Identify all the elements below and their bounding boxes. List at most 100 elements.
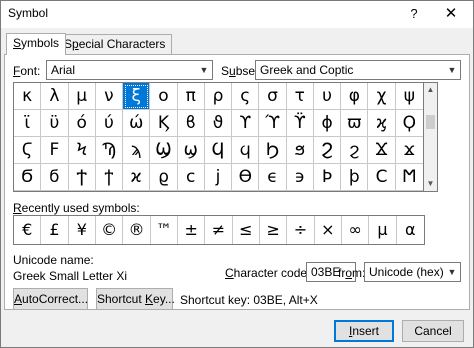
symbol-cell[interactable]: σ <box>259 83 287 110</box>
from-dropdown[interactable]: Unicode (hex) ▼ <box>364 262 461 282</box>
recent-symbol-cell[interactable]: ∞ <box>342 216 370 244</box>
recent-symbol-cell[interactable]: × <box>315 216 342 244</box>
symbol-cell[interactable]: ϖ <box>341 110 369 137</box>
recent-label-accel: R <box>13 201 22 215</box>
symbol-grid-scrollbar[interactable]: ▲ ▼ <box>424 82 438 192</box>
scroll-up-icon[interactable]: ▲ <box>424 83 437 97</box>
chevron-down-icon[interactable]: ▼ <box>444 263 460 281</box>
help-button[interactable]: ? <box>403 4 425 24</box>
symbol-cell[interactable]: ϋ <box>41 110 69 137</box>
symbol-cell[interactable]: ϭ <box>41 164 69 191</box>
symbol-cell[interactable]: ϔ <box>286 110 314 137</box>
symbol-cell[interactable]: ϣ <box>177 137 205 164</box>
symbol-cell[interactable]: ψ <box>395 83 423 110</box>
symbol-cell[interactable]: Ϩ <box>313 137 342 164</box>
symbol-cell[interactable]: ρ <box>204 83 233 110</box>
symbol-cell[interactable]: Ϫ <box>368 137 396 164</box>
symbol-cell[interactable]: ϶ <box>286 164 314 191</box>
symbol-cell[interactable]: χ <box>368 83 396 110</box>
symbol-cell[interactable]: Ϟ <box>68 137 96 164</box>
recent-symbol-cell[interactable]: ≤ <box>233 216 260 244</box>
symbol-cell[interactable]: ϗ <box>368 110 396 137</box>
symbol-cell[interactable]: ϯ <box>95 164 124 191</box>
recent-symbol-cell[interactable]: £ <box>41 216 69 244</box>
symbol-cell[interactable]: ϥ <box>232 137 260 164</box>
symbol-cell[interactable]: ώ <box>123 110 151 137</box>
scroll-down-icon[interactable]: ▼ <box>424 177 437 191</box>
symbol-cell[interactable]: ϫ <box>395 137 423 164</box>
tab-special-characters[interactable]: Special Characters <box>57 34 173 54</box>
symbol-cell[interactable]: ϴ <box>232 164 260 191</box>
symbol-cell[interactable]: ϒ <box>232 110 260 137</box>
symbol-cell[interactable]: Ϭ <box>14 164 42 191</box>
symbol-cell[interactable]: φ <box>341 83 369 110</box>
autocorrect-label: utoCorrect... <box>22 292 89 306</box>
symbol-cell[interactable]: μ <box>68 83 96 110</box>
tab-symbols-accel: S <box>13 36 22 50</box>
symbol-cell[interactable]: Ϛ <box>14 137 42 164</box>
symbol-cell[interactable]: ϑ <box>204 110 233 137</box>
symbol-cell[interactable]: Ϣ <box>150 137 178 164</box>
subset-label-accel: u <box>229 64 236 78</box>
symbol-cell[interactable]: Ϻ <box>395 164 423 191</box>
font-dropdown[interactable]: Arial ▼ <box>46 60 213 80</box>
symbol-cell[interactable]: Ϝ <box>41 137 69 164</box>
symbol-cell[interactable]: υ <box>313 83 342 110</box>
recent-symbol-cell[interactable]: α <box>397 216 424 244</box>
cancel-button[interactable]: Cancel <box>402 320 464 342</box>
symbol-cell[interactable]: κ <box>14 83 42 110</box>
symbol-cell[interactable]: ϸ <box>341 164 369 191</box>
symbol-cell[interactable]: ϵ <box>259 164 287 191</box>
symbol-cell[interactable]: ϱ <box>150 164 178 191</box>
chevron-down-icon[interactable]: ▼ <box>196 61 212 79</box>
symbol-cell[interactable]: ϳ <box>204 164 233 191</box>
symbol-cell-selected[interactable]: ξ <box>123 83 151 110</box>
recent-symbol-cell[interactable]: ≠ <box>205 216 233 244</box>
symbol-cell[interactable]: Ϸ <box>313 164 342 191</box>
recent-symbol-cell[interactable]: © <box>96 216 124 244</box>
symbol-cell[interactable]: Ϥ <box>204 137 233 164</box>
symbol-cell[interactable]: Ϯ <box>68 164 96 191</box>
symbol-cell[interactable]: ο <box>150 83 178 110</box>
recent-symbol-cell[interactable]: ® <box>123 216 151 244</box>
symbol-cell[interactable]: ό <box>68 110 96 137</box>
shortcut-key-button[interactable]: Shortcut Key... <box>96 288 175 310</box>
scrollbar-thumb[interactable] <box>426 115 435 129</box>
symbol-cell[interactable]: ϰ <box>123 164 151 191</box>
symbol-cell[interactable]: ϕ <box>313 110 342 137</box>
symbol-cell[interactable]: ύ <box>95 110 124 137</box>
recent-symbol-cell[interactable]: ™ <box>151 216 178 244</box>
symbol-cell[interactable]: ν <box>95 83 124 110</box>
symbol-cell[interactable]: ϊ <box>14 110 42 137</box>
symbol-cell[interactable]: ϐ <box>177 110 205 137</box>
recent-symbol-cell[interactable]: ≥ <box>260 216 288 244</box>
recent-symbol-cell[interactable]: € <box>14 216 42 244</box>
autocorrect-button[interactable]: AutoCorrect... <box>13 288 88 310</box>
symbol-cell[interactable]: Ϙ <box>395 110 423 137</box>
symbol-cell[interactable]: ς <box>232 83 260 110</box>
unicode-name-label: Unicode name: <box>13 253 94 267</box>
symbol-cell[interactable]: ϩ <box>341 137 369 164</box>
symbol-cell[interactable]: ϲ <box>177 164 205 191</box>
symbol-cell[interactable]: ϓ <box>259 110 287 137</box>
symbol-cell[interactable]: Ϲ <box>368 164 396 191</box>
recent-symbols-grid: € £ ¥ © ® ™ ± ≠ ≤ ≥ ÷ × ∞ µ α <box>13 215 425 245</box>
symbol-cell[interactable]: λ <box>41 83 69 110</box>
insert-button[interactable]: Insert <box>334 320 394 342</box>
symbol-cell[interactable]: Ϡ <box>95 137 124 164</box>
recent-label-text: ecently used symbols: <box>21 201 140 215</box>
recent-symbol-cell[interactable]: µ <box>369 216 397 244</box>
symbol-cell[interactable]: Ϧ <box>259 137 287 164</box>
symbol-cell[interactable]: Ϗ <box>150 110 178 137</box>
chevron-down-icon[interactable]: ▼ <box>444 61 460 79</box>
recent-symbol-cell[interactable]: ¥ <box>69 216 96 244</box>
close-button[interactable]: ✕ <box>438 3 464 25</box>
symbol-cell[interactable]: τ <box>286 83 314 110</box>
symbol-cell[interactable]: π <box>177 83 205 110</box>
symbol-cell[interactable]: ϡ <box>123 137 151 164</box>
subset-dropdown[interactable]: Greek and Coptic ▼ <box>255 60 461 80</box>
symbol-cell[interactable]: ϧ <box>286 137 314 164</box>
tab-symbols[interactable]: Symbols <box>6 33 67 55</box>
recent-symbol-cell[interactable]: ± <box>178 216 206 244</box>
recent-symbol-cell[interactable]: ÷ <box>287 216 315 244</box>
